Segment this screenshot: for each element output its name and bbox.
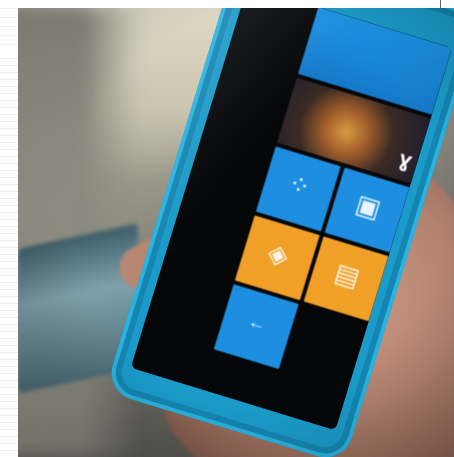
- people-icon: ɣ: [395, 145, 416, 174]
- photo: ɣ ⁘ ▣ ◈ ▤ ←: [18, 8, 454, 457]
- page-edge-top: [0, 0, 18, 53]
- tile-bottom[interactable]: ←: [213, 284, 299, 370]
- page-edge-left: [0, 52, 18, 457]
- corner-tick: [440, 0, 441, 8]
- tile-music[interactable]: ▤: [303, 236, 389, 322]
- shopping-bag-icon: ◈: [264, 236, 293, 272]
- photo-frame: ɣ ⁘ ▣ ◈ ▤ ←: [0, 0, 454, 457]
- back-icon: ←: [245, 310, 269, 335]
- music-icon: ▤: [331, 257, 364, 293]
- office-icon: ▣: [352, 188, 385, 225]
- marketplace-icon: ⁘: [284, 167, 315, 203]
